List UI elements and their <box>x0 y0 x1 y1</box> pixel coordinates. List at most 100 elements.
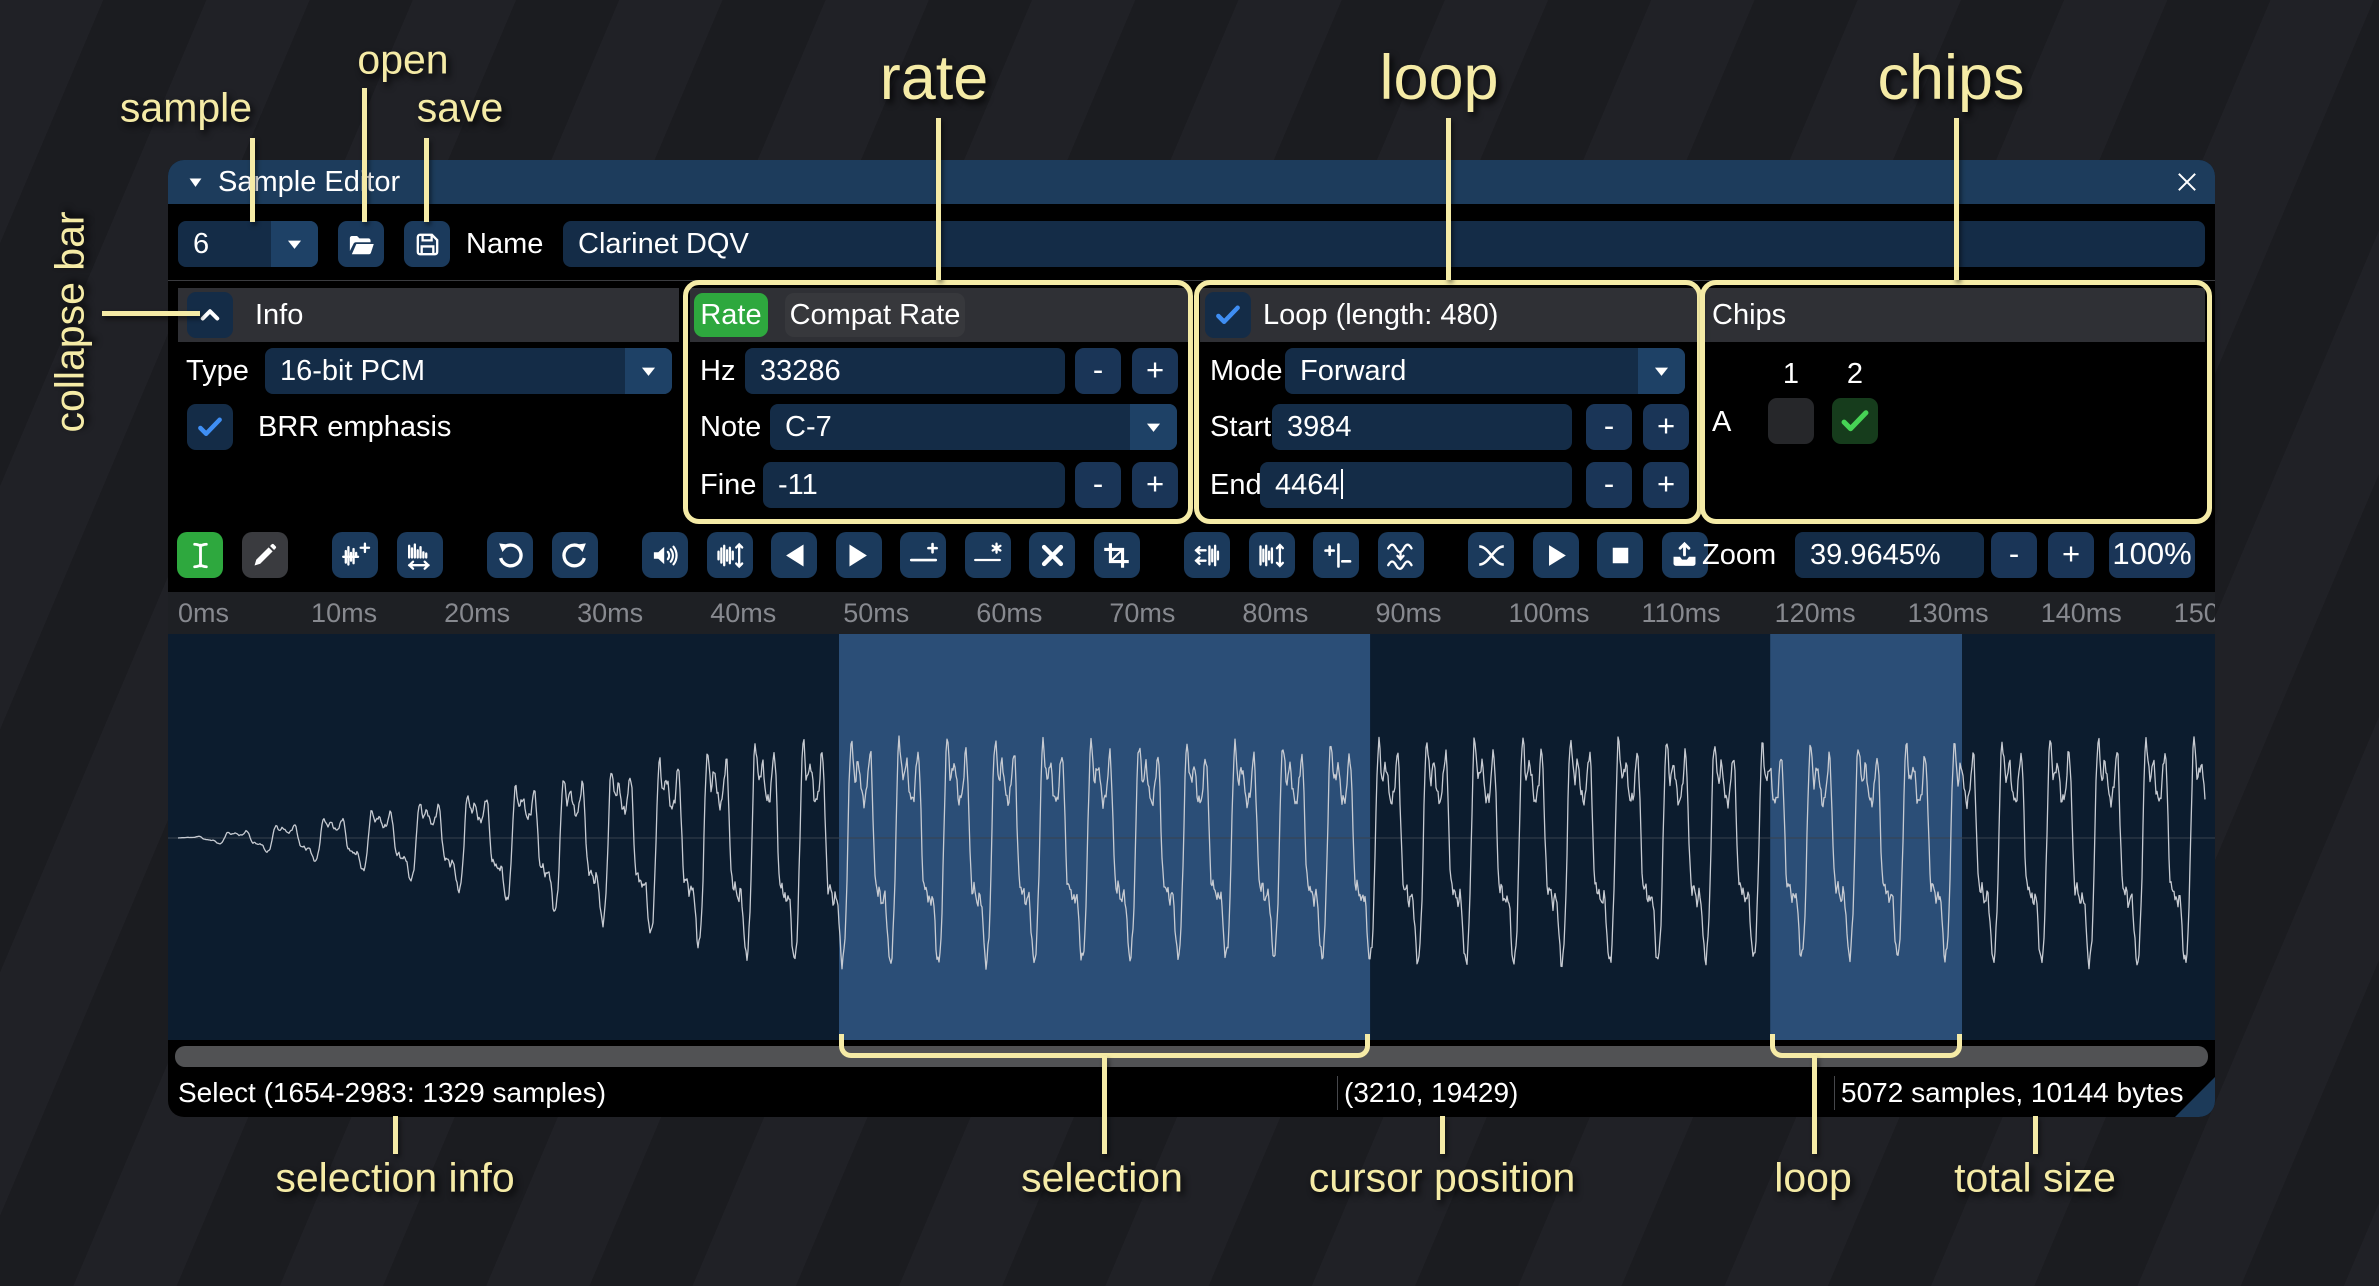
draw-tool-button[interactable] <box>242 532 288 578</box>
stop-icon <box>1605 540 1636 571</box>
filter-button[interactable] <box>1378 532 1424 578</box>
toolbar-buttons <box>177 532 1708 578</box>
undo-button[interactable] <box>487 532 533 578</box>
type-select[interactable]: 16-bit PCM <box>265 348 672 394</box>
ruler-tick: 90ms <box>1375 592 1441 634</box>
timeline-ruler[interactable]: 0ms10ms20ms30ms40ms50ms60ms70ms80ms90ms1… <box>168 592 2215 634</box>
annotation-line-chips <box>1954 118 1959 280</box>
wave-stretch-icon <box>404 540 435 571</box>
annotation-box-loop <box>1194 280 1702 524</box>
line-plus-icon <box>908 540 939 571</box>
select-tool-button[interactable] <box>177 532 223 578</box>
ruler-tick: 40ms <box>710 592 776 634</box>
ruler-tick: 70ms <box>1109 592 1175 634</box>
annotation-line-selection-info <box>393 1116 398 1154</box>
name-label: Name <box>466 221 543 267</box>
annotation-box-chips <box>1700 280 2212 524</box>
chevron-down-icon[interactable] <box>271 221 318 267</box>
status-divider <box>1337 1076 1338 1110</box>
ruler-tick: 110ms <box>1642 592 1721 634</box>
fade-in-button[interactable] <box>771 532 817 578</box>
wave-reverse-icon <box>1192 540 1223 571</box>
wave-updown-icon <box>714 540 745 571</box>
ruler-tick: 120ms <box>1775 592 1856 634</box>
upload-icon <box>1669 540 1700 571</box>
ruler-tick: 0ms <box>178 592 229 634</box>
amplify-button[interactable] <box>642 532 688 578</box>
wave-filter-icon <box>1385 540 1416 571</box>
normalize-button[interactable] <box>707 532 753 578</box>
sample-number-select[interactable]: 6 <box>178 221 318 267</box>
annotation-selection: selection <box>1021 1155 1183 1202</box>
info-panel-title: Info <box>255 288 303 342</box>
collapse-window-icon[interactable] <box>186 173 205 192</box>
invert-button[interactable] <box>1249 532 1295 578</box>
play-icon <box>1540 540 1571 571</box>
annotation-loop-bottom: loop <box>1774 1155 1852 1202</box>
name-value: Clarinet DQV <box>578 228 749 260</box>
zoom-label: Zoom <box>1702 532 1776 578</box>
titlebar[interactable]: Sample Editor <box>168 160 2215 204</box>
trim-button[interactable] <box>1094 532 1140 578</box>
zoom-input[interactable]: 39.9645% <box>1795 532 1984 578</box>
floppy-disk-icon <box>412 229 443 260</box>
brr-emphasis-label: BRR emphasis <box>258 404 451 450</box>
wave-invert-icon <box>1256 540 1287 571</box>
crossfade-button[interactable] <box>1468 532 1514 578</box>
x-icon <box>1037 540 1068 571</box>
ruler-tick: 60ms <box>976 592 1042 634</box>
waveform-graphic <box>168 634 2215 1040</box>
apply-silence-button[interactable] <box>965 532 1011 578</box>
annotation-line-sample <box>250 138 255 222</box>
status-selection-info: Select (1654-2983: 1329 samples) <box>178 1072 606 1114</box>
annotation-open: open <box>357 37 448 84</box>
ruler-tick: 100ms <box>1509 592 1590 634</box>
status-divider <box>1834 1076 1835 1110</box>
ibeam-icon <box>185 540 216 571</box>
type-value: 16-bit PCM <box>280 348 425 394</box>
stop-button[interactable] <box>1597 532 1643 578</box>
ruler-tick: 80ms <box>1242 592 1308 634</box>
ruler-tick: 50ms <box>843 592 909 634</box>
check-icon <box>195 412 225 442</box>
resample-button[interactable] <box>397 532 443 578</box>
redo-button[interactable] <box>552 532 598 578</box>
annotation-bracket-loop <box>1770 1034 1962 1058</box>
line-star-icon <box>972 540 1003 571</box>
tri-right-icon <box>843 540 874 571</box>
fade-out-button[interactable] <box>836 532 882 578</box>
zoom-value: 39.9645% <box>1810 539 1941 571</box>
toolbar: Zoom 39.9645% - + 100% <box>168 532 2215 578</box>
pencil-icon <box>249 540 280 571</box>
ruler-tick: 10ms <box>311 592 377 634</box>
waveform-view[interactable] <box>168 634 2215 1040</box>
info-panel-header: Info <box>178 288 679 342</box>
resize-button[interactable] <box>332 532 378 578</box>
insert-silence-button[interactable] <box>900 532 946 578</box>
reverse-button[interactable] <box>1184 532 1230 578</box>
sign-icon <box>1321 540 1352 571</box>
annotation-stem-loop <box>1812 1056 1817 1154</box>
close-icon[interactable] <box>2173 168 2201 196</box>
brr-emphasis-checkbox[interactable] <box>187 404 233 450</box>
open-button[interactable] <box>338 221 384 267</box>
annotation-sample: sample <box>120 85 252 132</box>
import-button[interactable] <box>1662 532 1708 578</box>
save-button[interactable] <box>404 221 450 267</box>
crop-icon <box>1101 540 1132 571</box>
zoom-reset-button[interactable]: 100% <box>2109 532 2195 578</box>
chevron-down-icon[interactable] <box>625 348 672 394</box>
zoom-in-button[interactable]: + <box>2048 532 2094 578</box>
play-button[interactable] <box>1533 532 1579 578</box>
delete-button[interactable] <box>1029 532 1075 578</box>
zoom-out-button[interactable]: - <box>1991 532 2037 578</box>
folder-open-icon <box>346 229 377 260</box>
type-label: Type <box>186 348 249 394</box>
annotation-line-open <box>362 88 367 222</box>
annotation-line-total-size <box>2033 1116 2038 1154</box>
crossfade-icon <box>1476 540 1507 571</box>
annotation-line-save <box>424 138 429 222</box>
annotation-chips: chips <box>1877 42 2024 114</box>
annotation-save: save <box>417 85 504 132</box>
signedness-button[interactable] <box>1313 532 1359 578</box>
